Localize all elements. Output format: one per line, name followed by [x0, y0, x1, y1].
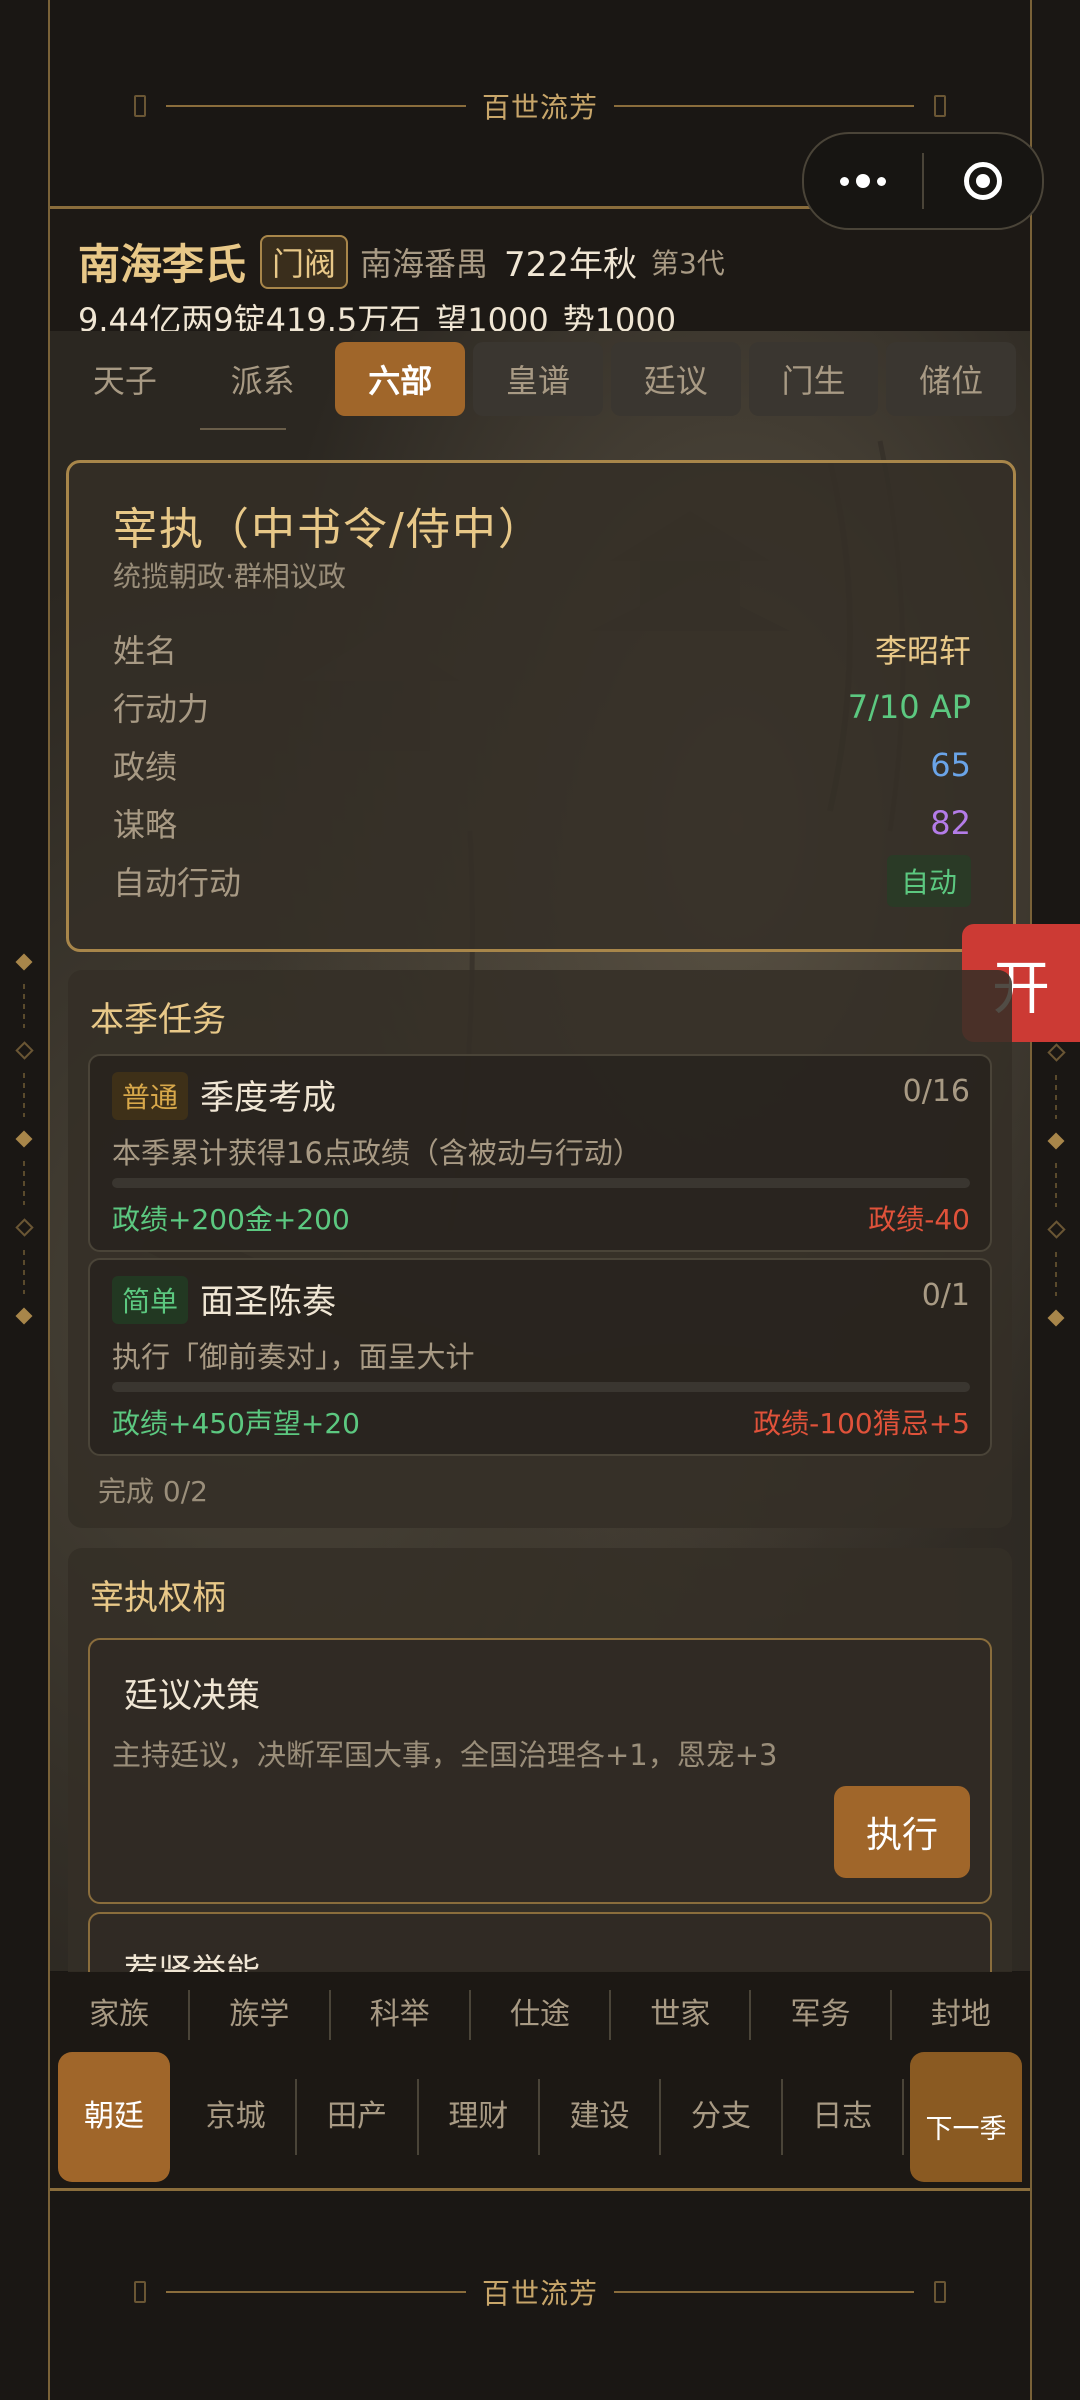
power-item: 廷议决策 主持廷议，决断军国大事，全国治理各+1，恩宠+3 执行: [88, 1638, 992, 1904]
nav-item-log[interactable]: 日志: [783, 2079, 904, 2155]
task-progress: 0/1: [921, 1278, 970, 1313]
task-description: 本季累计获得16点政绩（含被动与行动）: [112, 1136, 642, 1170]
merit-value: 65: [930, 746, 971, 784]
task-reward: 政绩+200金+200: [112, 1203, 350, 1236]
tab-faction[interactable]: 派系: [198, 342, 328, 416]
stat-row-ap: 行动力 7/10 AP: [113, 687, 971, 728]
nav-item-fief[interactable]: 封地: [892, 1990, 1030, 2040]
clan-name: 南海李氏: [78, 240, 247, 289]
banner-end-ornament: [934, 95, 946, 117]
tasks-title: 本季任务: [90, 1000, 226, 1040]
nav-item-career[interactable]: 仕途: [471, 1990, 612, 2040]
stat-label: 姓名: [113, 632, 178, 670]
tasks-complete-count: 完成 0/2: [98, 1475, 208, 1508]
stat-label: 政绩: [113, 748, 178, 786]
banner-end-ornament: [133, 95, 146, 117]
bottom-nav-row-2: 朝廷 京城 田产 理财 建设 分支 日志 下一季: [58, 2052, 1022, 2182]
nav-item-clan-school[interactable]: 族学: [190, 1990, 331, 2040]
nav-item-family[interactable]: 家族: [50, 1990, 191, 2040]
clan-region: 南海番禺: [360, 244, 489, 283]
task-item[interactable]: 普通 季度考成 0/16 本季累计获得16点政绩（含被动与行动） 政绩+200金…: [88, 1054, 992, 1252]
minister-card: 宰执（中书令/侍中） 统揽朝政·群相议政 姓名 李昭轩 行动力 7/10 AP …: [66, 460, 1016, 952]
nav-item-finance[interactable]: 理财: [419, 2079, 540, 2155]
banner-end-ornament: [934, 2281, 946, 2303]
minister-subtitle: 统揽朝政·群相议政: [113, 560, 346, 593]
frame-border-right: [1030, 0, 1032, 2400]
nav-item-court[interactable]: 朝廷: [58, 2052, 170, 2182]
miniprogram-capsule: [802, 132, 1044, 230]
task-penalty: 政绩-100猜忌+5: [753, 1407, 970, 1440]
stat-label: 谋略: [113, 806, 178, 844]
action-points-value: 7/10 AP: [847, 688, 971, 726]
task-item[interactable]: 简单 面圣陈奏 0/1 执行「御前奏对」，面呈大计 政绩+450声望+20 政绩…: [88, 1258, 992, 1456]
power-item-title: 廷议决策: [124, 1676, 260, 1716]
nav-item-branches[interactable]: 分支: [661, 2079, 783, 2155]
tab-heir[interactable]: 储位: [886, 342, 1017, 416]
game-date: 722年秋: [504, 245, 637, 285]
bottom-nav-border: [50, 2188, 1030, 2191]
task-progress-bar: [112, 1382, 970, 1392]
task-reward: 政绩+450声望+20: [112, 1407, 360, 1440]
task-progress-bar: [112, 1178, 970, 1188]
tab-underline: [200, 428, 286, 430]
minister-power-card: 宰执权柄 廷议决策 主持廷议，决断军国大事，全国治理各+1，恩宠+3 执行 荐贤…: [68, 1548, 1012, 1996]
banner-title: 百世流芳: [481, 2277, 598, 2310]
task-progress: 0/16: [902, 1074, 970, 1109]
difficulty-badge: 普通: [112, 1072, 189, 1120]
power-item-description: 主持廷议，决断军国大事，全国治理各+1，恩宠+3: [112, 1738, 778, 1772]
execute-button[interactable]: 执行: [834, 1786, 970, 1878]
tab-six-ministries[interactable]: 六部: [335, 342, 466, 416]
stat-row-strategy: 谋略 82: [113, 803, 971, 844]
stat-label: 自动行动: [113, 864, 242, 902]
minister-title: 宰执（中书令/侍中）: [113, 504, 544, 555]
task-name: 季度考成: [200, 1078, 336, 1118]
more-icon[interactable]: [804, 174, 922, 188]
power-title: 宰执权柄: [90, 1578, 226, 1618]
tab-royal-genealogy[interactable]: 皇谱: [473, 342, 603, 416]
nav-item-capital[interactable]: 京城: [176, 2079, 298, 2155]
task-name: 面圣陈奏: [200, 1282, 336, 1322]
generation-label: 第3代: [650, 246, 725, 280]
bottom-banner: 百世流芳: [50, 2242, 1030, 2342]
right-side-ornament: [1046, 1030, 1066, 1340]
nav-item-noble-houses[interactable]: 世家: [611, 1990, 752, 2040]
nav-item-construction[interactable]: 建设: [540, 2079, 662, 2155]
task-penalty: 政绩-40: [868, 1203, 970, 1236]
tab-court-debate[interactable]: 廷议: [610, 342, 741, 416]
tab-tianzi[interactable]: 天子: [60, 342, 190, 416]
stat-row-auto: 自动行动 自动: [113, 855, 971, 907]
clan-rank-badge: 门阀: [260, 234, 349, 289]
banner-end-ornament: [133, 2281, 146, 2303]
close-target-icon[interactable]: [924, 162, 1042, 200]
next-season-button[interactable]: 下一季: [909, 2052, 1022, 2182]
banner-title: 百世流芳: [481, 91, 598, 124]
bottom-navigation: 家族 族学 科举 仕途 世家 军务 封地 朝廷 京城 田产 理财 建设 分支 日…: [50, 1972, 1030, 2190]
stat-label: 行动力: [113, 690, 210, 728]
season-tasks-card: 本季任务 普通 季度考成 0/16 本季累计获得16点政绩（含被动与行动） 政绩…: [68, 970, 1012, 1528]
nav-item-exam[interactable]: 科举: [331, 1990, 471, 2040]
left-side-ornament: [14, 940, 34, 1338]
stat-row-name: 姓名 李昭轩: [113, 629, 971, 670]
stat-row-merit: 政绩 65: [113, 745, 971, 786]
nav-item-military[interactable]: 军务: [751, 1990, 892, 2040]
nav-item-estates[interactable]: 田产: [297, 2079, 419, 2155]
auto-action-toggle[interactable]: 自动: [886, 855, 971, 907]
task-description: 执行「御前奏对」，面呈大计: [112, 1340, 475, 1374]
court-tabs: 天子 派系 六部 皇谱 廷议 门生 储位: [60, 342, 1017, 416]
minister-name: 李昭轩: [874, 632, 971, 670]
bottom-nav-row-1: 家族 族学 科举 仕途 世家 军务 封地: [50, 1990, 1030, 2040]
difficulty-badge: 简单: [112, 1276, 189, 1324]
tab-disciples[interactable]: 门生: [748, 342, 879, 416]
strategy-value: 82: [930, 804, 971, 842]
